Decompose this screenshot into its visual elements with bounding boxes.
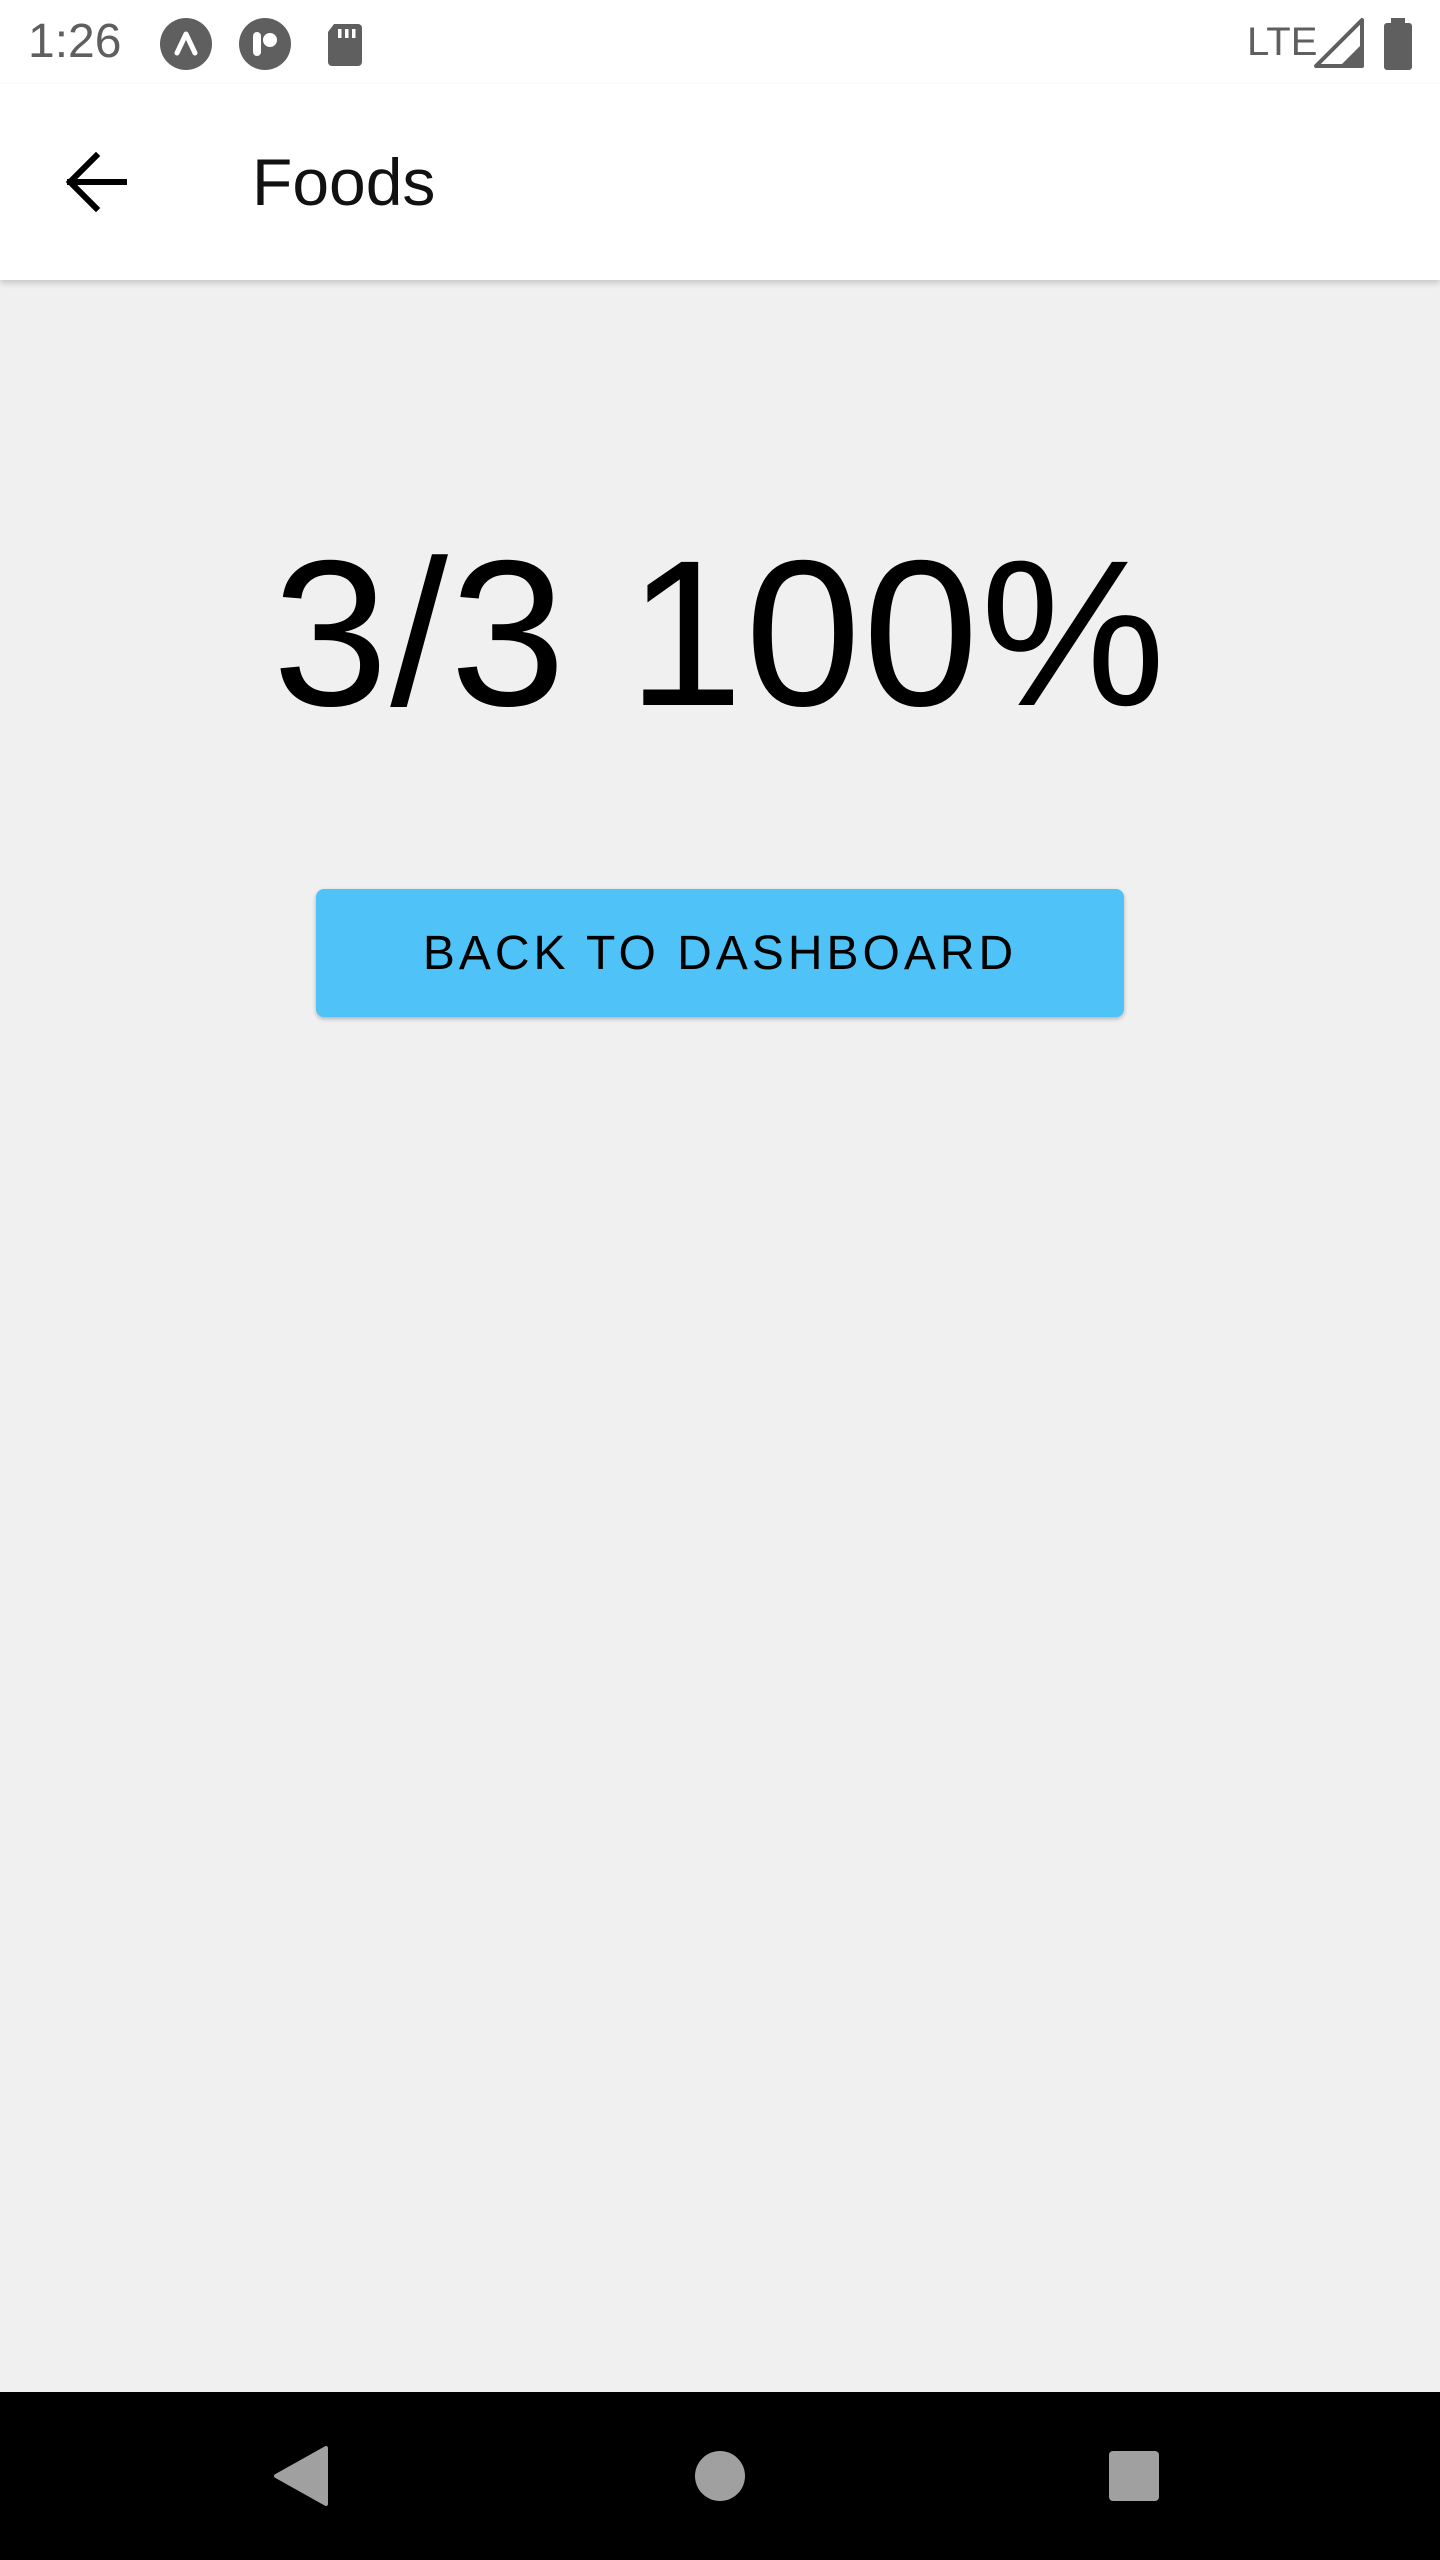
signal-icon	[1314, 18, 1364, 68]
app-bar: Foods	[0, 84, 1440, 280]
quiz-score: 3/3 100%	[272, 518, 1168, 750]
sd-card-icon	[328, 24, 362, 66]
notification-app-icon	[239, 18, 291, 70]
battery-icon	[1384, 18, 1412, 70]
page-title: Foods	[252, 145, 436, 219]
arrow-back-icon[interactable]	[52, 138, 140, 226]
back-to-dashboard-button[interactable]: BACK TO DASHBOARD	[316, 889, 1124, 1017]
nav-home-icon[interactable]	[678, 2434, 762, 2518]
system-nav-bar	[0, 2392, 1440, 2560]
nav-back-icon[interactable]	[258, 2434, 342, 2518]
status-bar: 1:26 LTE	[0, 0, 1440, 84]
network-type: LTE	[1247, 20, 1318, 64]
assistant-icon	[160, 18, 212, 70]
nav-recents-icon[interactable]	[1092, 2434, 1176, 2518]
status-time: 1:26	[28, 15, 122, 68]
